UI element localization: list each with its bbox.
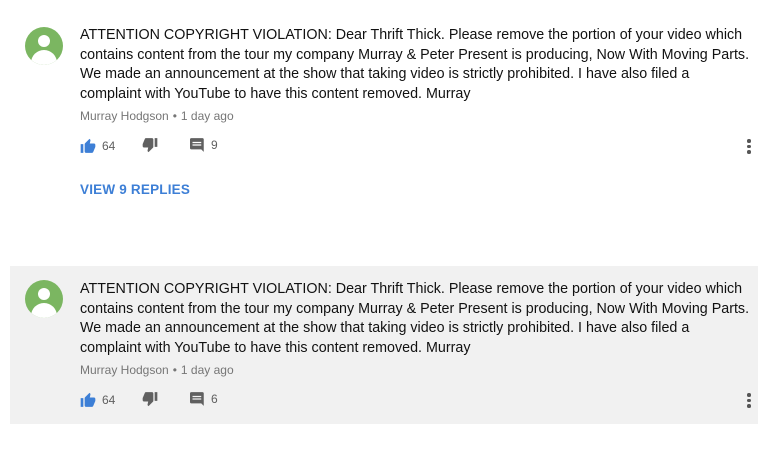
comment-meta: Murray Hodgson • 1 day ago (80, 363, 234, 377)
avatar-head-shape (38, 288, 50, 300)
reply-count: 6 (211, 392, 218, 406)
comment-icon (190, 392, 204, 406)
dislike-button[interactable] (142, 138, 158, 153)
like-button[interactable]: 64 (80, 392, 115, 407)
avatar-body-shape (31, 50, 57, 65)
comment-text: ATTENTION COPYRIGHT VIOLATION: Dear Thri… (80, 27, 750, 102)
more-vert-icon (746, 393, 752, 408)
thumbs-down-icon (142, 138, 158, 153)
comment-thread: ATTENTION COPYRIGHT VIOLATION: Dear Thri… (0, 0, 768, 262)
thumbs-up-icon (80, 138, 96, 153)
timestamp[interactable]: 1 day ago (181, 109, 234, 123)
reply-button[interactable]: 6 (190, 392, 218, 406)
reply-count: 9 (211, 138, 218, 152)
comment-text: ATTENTION COPYRIGHT VIOLATION: Dear Thri… (80, 281, 750, 356)
avatar[interactable] (25, 280, 63, 318)
more-options-button[interactable] (746, 139, 752, 157)
like-button[interactable]: 64 (80, 138, 115, 153)
view-replies-button[interactable]: VIEW 9 REPLIES (80, 182, 190, 197)
dislike-button[interactable] (142, 392, 158, 407)
author-name[interactable]: Murray Hodgson (80, 109, 169, 123)
comment-actions: 64 6 (80, 392, 752, 412)
more-vert-icon (746, 139, 752, 154)
reply-button[interactable]: 9 (190, 138, 218, 152)
meta-separator: • (172, 109, 177, 123)
comment-meta: Murray Hodgson • 1 day ago (80, 109, 234, 123)
thumbs-up-icon (80, 392, 96, 407)
avatar-body-shape (31, 303, 57, 318)
like-count: 64 (102, 392, 116, 407)
comment-thread-highlighted: ATTENTION COPYRIGHT VIOLATION: Dear Thri… (10, 266, 758, 424)
more-options-button[interactable] (746, 393, 752, 411)
like-count: 64 (102, 138, 116, 153)
meta-separator: • (172, 363, 177, 377)
avatar[interactable] (25, 27, 63, 65)
comments-section: ATTENTION COPYRIGHT VIOLATION: Dear Thri… (0, 0, 768, 461)
avatar-head-shape (38, 35, 50, 47)
timestamp[interactable]: 1 day ago (181, 363, 234, 377)
comment-icon (190, 138, 204, 152)
comment-actions: 64 9 (80, 138, 752, 158)
author-name[interactable]: Murray Hodgson (80, 363, 169, 377)
thumbs-down-icon (142, 392, 158, 407)
